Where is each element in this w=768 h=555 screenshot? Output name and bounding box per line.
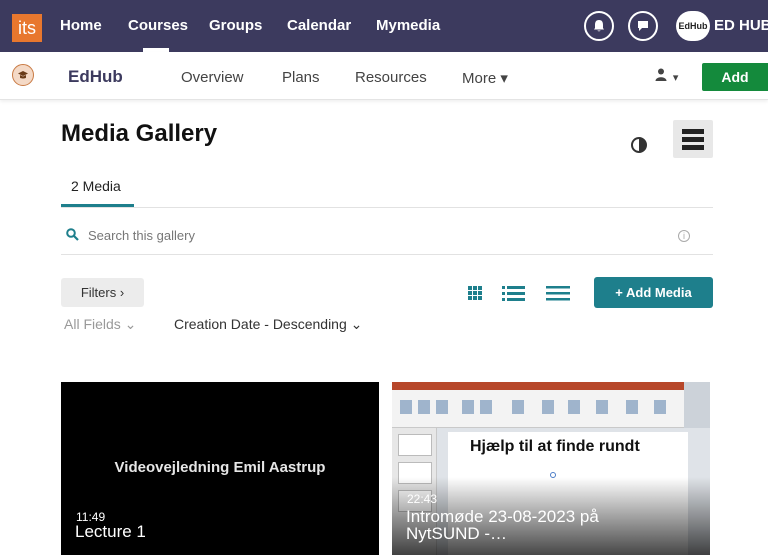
- topnav-groups[interactable]: Groups: [209, 17, 262, 34]
- avatar[interactable]: EdHub: [676, 11, 710, 41]
- course-title[interactable]: EdHub: [68, 67, 123, 87]
- subnav-plans[interactable]: Plans: [282, 69, 320, 86]
- subnav-overview[interactable]: Overview: [181, 69, 244, 86]
- layout-toggle-button[interactable]: [673, 120, 713, 158]
- thumbnail-photo: [684, 382, 710, 428]
- graduation-cap-icon: [12, 64, 34, 86]
- user-menu-caret: ▾: [672, 72, 679, 84]
- user-menu[interactable]: ▾: [655, 68, 678, 84]
- tab-media[interactable]: 2 Media: [71, 178, 121, 194]
- search-icon: [66, 228, 79, 241]
- media-title[interactable]: Lecture 1: [75, 523, 146, 540]
- topnav-home[interactable]: Home: [60, 17, 102, 34]
- layout-icon-bar: [682, 137, 704, 142]
- thumbnail-overlay: [61, 477, 379, 555]
- user-icon: [655, 68, 667, 81]
- detailed-list-icon[interactable]: [502, 284, 526, 302]
- add-media-button[interactable]: + Add Media: [594, 277, 713, 308]
- thumbnail-toolbar: [392, 390, 710, 428]
- layout-icon-bar: [682, 145, 704, 150]
- page-title: Media Gallery: [61, 120, 218, 147]
- slide-heading: Hjælp til at finde rundt: [470, 438, 640, 455]
- grid-view-icon[interactable]: [468, 284, 492, 302]
- chat-icon[interactable]: [628, 11, 658, 41]
- add-button[interactable]: Add: [702, 63, 768, 91]
- top-navbar: its Home Courses Groups Calendar Mymedia…: [0, 0, 768, 52]
- video-thumbnail-text: Videovejledning Emil Aastrup: [114, 459, 326, 476]
- bell-icon[interactable]: [584, 11, 614, 41]
- media-title[interactable]: Intromøde 23-08-2023 på NytSUND -…: [406, 508, 599, 542]
- divider: [61, 254, 713, 255]
- info-icon[interactable]: i: [678, 230, 690, 242]
- subnav-more[interactable]: More ▾: [462, 69, 508, 87]
- its-logo[interactable]: its: [12, 14, 42, 42]
- topnav-mymedia[interactable]: Mymedia: [376, 17, 440, 34]
- layout-icon-bar: [682, 129, 704, 134]
- course-navbar: EdHub Overview Plans Resources More ▾ ▾ …: [0, 52, 768, 100]
- search-input[interactable]: [88, 222, 648, 248]
- account-name[interactable]: ED HUB: [714, 17, 768, 34]
- sort-dropdown[interactable]: Creation Date - Descending ⌄: [174, 316, 362, 333]
- divider: [61, 207, 713, 208]
- subnav-resources[interactable]: Resources: [355, 69, 427, 86]
- compact-list-icon[interactable]: [546, 284, 570, 302]
- contrast-icon[interactable]: [631, 137, 647, 153]
- media-card[interactable]: Hjælp til at finde rundt 22:43 Intromøde…: [392, 382, 710, 555]
- filters-button[interactable]: Filters ›: [61, 278, 144, 307]
- media-card[interactable]: Videovejledning Emil Aastrup 11:49 Lectu…: [61, 382, 379, 555]
- media-duration: 22:43: [407, 492, 438, 506]
- topnav-courses[interactable]: Courses: [128, 17, 188, 34]
- thumbnail-ribbon: [392, 382, 710, 390]
- topnav-calendar[interactable]: Calendar: [287, 17, 351, 34]
- field-filter-dropdown[interactable]: All Fields ⌄: [64, 316, 136, 333]
